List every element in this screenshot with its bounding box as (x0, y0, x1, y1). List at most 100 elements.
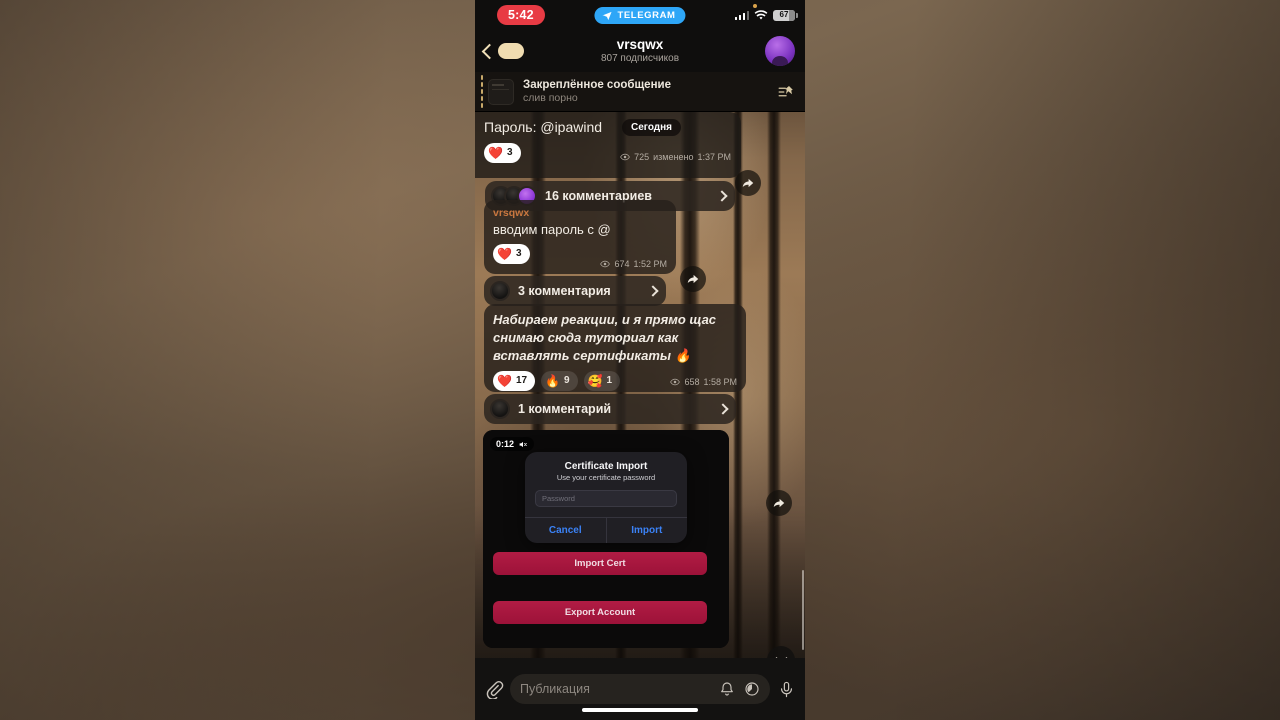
cellular-signal-icon (734, 10, 749, 20)
back-chevron-icon (481, 43, 498, 59)
microphone-icon[interactable] (778, 680, 795, 699)
screen-root: 5:42 TELEGRAM 67 vrsqwx 807 подписчиков … (0, 0, 1280, 720)
pin-list-icon[interactable] (777, 83, 795, 101)
back-button[interactable] (481, 43, 524, 59)
message-text: Пароль: @ipawind (484, 119, 603, 135)
message-group[interactable]: vrsqwx вводим пароль с @ ❤️ 3 674 1:52 P… (484, 200, 706, 306)
scrollbar[interactable] (802, 570, 804, 650)
message-time: 1:52 PM (633, 259, 667, 269)
message-bubble[interactable]: Набираем реакции, и я прямо щас снимаю с… (484, 304, 746, 392)
comments-label: 1 комментарий (518, 402, 612, 416)
import-button[interactable]: Import (607, 518, 688, 543)
commenter-avatars (490, 399, 510, 419)
edited-label: изменено (653, 152, 694, 162)
chat-header: vrsqwx 807 подписчиков (475, 30, 805, 72)
reaction-chip[interactable]: 🥰 1 (583, 371, 621, 391)
comments-label: 3 комментария (518, 284, 611, 298)
password-field[interactable]: Password (535, 490, 677, 507)
home-indicator (582, 708, 698, 712)
cancel-button[interactable]: Cancel (525, 518, 607, 543)
chevron-right-icon (647, 285, 659, 297)
video-timer: 0:12 (490, 437, 535, 451)
screen-recording-badge: TELEGRAM (594, 6, 686, 24)
share-button[interactable] (766, 490, 792, 516)
dialog-subtitle: Use your certificate password (556, 473, 656, 482)
view-count: 725 (634, 152, 650, 162)
privacy-dot-icon (753, 4, 757, 8)
date-separator: Сегодня (622, 119, 682, 136)
comments-button[interactable]: 1 комментарий (484, 394, 736, 424)
forward-arrow-icon (687, 274, 699, 284)
chevron-right-icon (716, 190, 728, 202)
chat-title-block[interactable]: vrsqwx 807 подписчиков (601, 37, 679, 65)
status-indicators: 67 (734, 9, 798, 21)
wifi-icon (754, 9, 768, 19)
status-bar: 5:42 TELEGRAM 67 (475, 0, 805, 30)
view-count: 658 (684, 377, 700, 387)
message-meta: 725 изменено 1:37 PM (620, 152, 731, 162)
speaker-muted-icon[interactable] (518, 440, 528, 449)
reaction-chip[interactable]: 🔥 9 (541, 371, 578, 391)
reaction-count: 3 (506, 147, 513, 158)
heart-icon: ❤️ (497, 247, 512, 261)
share-button[interactable] (680, 266, 706, 292)
message-meta: 674 1:52 PM (600, 259, 667, 269)
fire-icon: 🔥 (545, 374, 561, 388)
share-button[interactable] (735, 170, 761, 196)
page-title: vrsqwx (616, 37, 664, 52)
commenter-avatars (490, 281, 510, 301)
heart-icon: ❤️ (488, 146, 503, 160)
views-eye-icon (670, 378, 681, 386)
pinned-indicator (481, 75, 483, 108)
battery-level-label: 67 (779, 10, 789, 19)
pinned-title: Закреплённое сообщение (523, 79, 671, 91)
telegram-plane-icon (602, 11, 612, 20)
avatar (490, 399, 510, 419)
recording-badge-label: TELEGRAM (617, 9, 676, 21)
reaction-chip[interactable]: ❤️ 3 (484, 143, 521, 163)
import-cert-button[interactable]: Import Cert (493, 552, 707, 575)
pinned-message-bar[interactable]: Закреплённое сообщение слив порно (475, 72, 805, 112)
chevron-right-icon (717, 403, 729, 415)
subscriber-count: 807 подписчиков (600, 53, 680, 64)
message-composer: Публикация (475, 658, 805, 720)
reaction-count: 3 (515, 248, 522, 259)
message-meta: 658 1:58 PM (670, 377, 737, 387)
message-group[interactable]: Пароль: @ipawind ❤️ 3 725 изменено 1:37 … (475, 112, 761, 211)
message-text: Набираем реакции, и я прямо щас снимаю с… (493, 312, 717, 363)
export-account-button[interactable]: Export Account (493, 601, 707, 624)
message-time: 1:58 PM (703, 377, 737, 387)
avatar (490, 281, 510, 301)
message-bubble[interactable]: vrsqwx вводим пароль с @ ❤️ 3 674 1:52 P… (484, 200, 676, 274)
message-time: 1:37 PM (697, 152, 731, 162)
smiling-face-hearts-icon: 🥰 (587, 374, 603, 388)
message-bubble[interactable]: Пароль: @ipawind ❤️ 3 725 изменено 1:37 … (475, 112, 741, 178)
phone-screen: 5:42 TELEGRAM 67 vrsqwx 807 подписчиков … (475, 0, 805, 720)
battery-icon: 67 (773, 9, 798, 21)
message-group[interactable]: Набираем реакции, и я прямо щас снимаю с… (484, 304, 792, 516)
reaction-count: 9 (564, 375, 570, 386)
certificate-import-dialog: Certificate Import Use your certificate … (525, 452, 687, 543)
paperclip-icon[interactable] (484, 679, 504, 699)
reaction-chip[interactable]: ❤️ 17 (493, 371, 536, 391)
forward-arrow-icon (773, 498, 785, 508)
back-badge (498, 43, 524, 59)
clock-icon[interactable] (744, 681, 760, 697)
forward-arrow-icon (742, 178, 754, 188)
dialog-actions: Cancel Import (525, 517, 687, 543)
comments-button[interactable]: 3 комментария (484, 276, 666, 306)
reaction-chip[interactable]: ❤️ 3 (493, 244, 530, 264)
video-duration: 0:12 (496, 439, 515, 449)
message-input[interactable]: Публикация (510, 674, 770, 704)
message-text: вводим пароль с @ (493, 222, 611, 237)
views-eye-icon (620, 153, 630, 161)
avatar[interactable] (765, 36, 795, 66)
video-message[interactable]: 0:12 Certificate Import Use your certifi… (483, 430, 729, 648)
dialog-title: Certificate Import (564, 461, 648, 472)
message-list[interactable]: Пароль: @ipawind ❤️ 3 725 изменено 1:37 … (475, 112, 805, 720)
message-author: vrsqwx (493, 207, 530, 219)
pinned-subtitle: слив порно (523, 92, 578, 104)
view-count: 674 (614, 259, 630, 269)
pinned-thumbnail (488, 78, 514, 105)
bell-icon[interactable] (719, 681, 735, 697)
